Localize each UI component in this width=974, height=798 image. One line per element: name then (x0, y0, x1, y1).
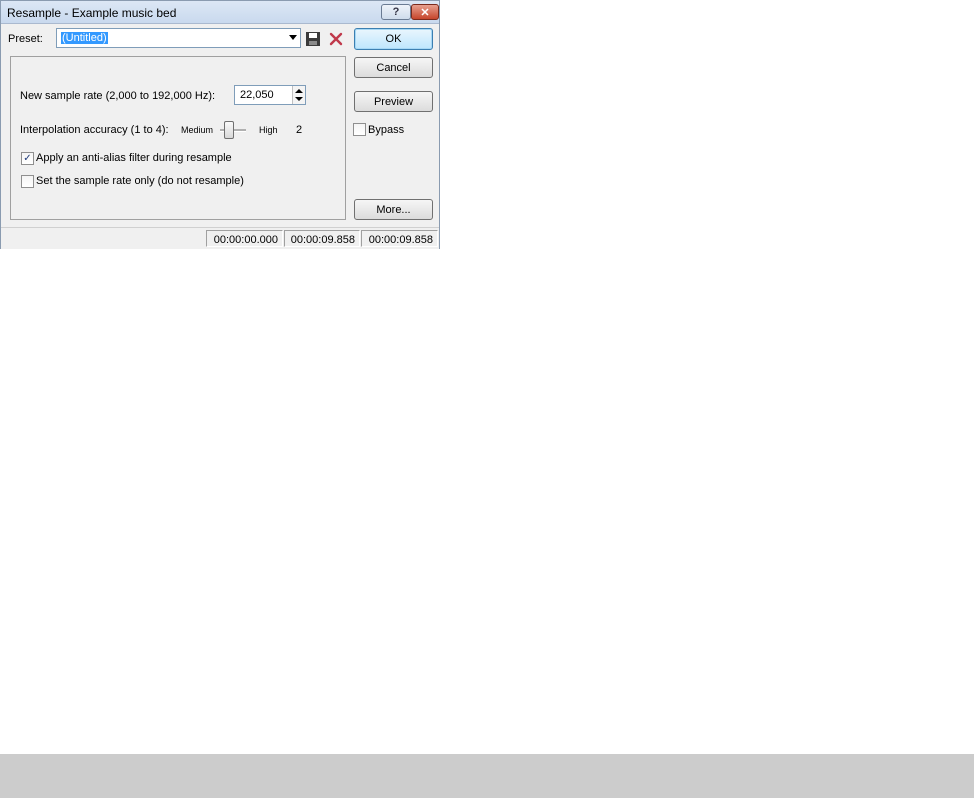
title-bar[interactable]: Resample - Example music bed ? ✕ (1, 1, 439, 24)
settings-panel (10, 56, 346, 220)
spin-up-icon[interactable] (295, 89, 303, 93)
interpolation-slider-thumb[interactable] (224, 121, 234, 139)
anti-alias-checkbox[interactable]: ✓ (21, 152, 34, 165)
rate-only-label: Set the sample rate only (do not resampl… (36, 175, 244, 187)
resample-dialog: Resample - Example music bed ? ✕ Preset:… (0, 0, 440, 249)
interpolation-max-label: High (259, 125, 278, 135)
checkmark-icon: ✓ (23, 152, 32, 164)
preset-dropdown[interactable]: (Untitled) (56, 28, 301, 48)
delete-icon[interactable] (328, 31, 344, 47)
more-button[interactable]: More... (354, 199, 433, 220)
status-end-time: 00:00:09.858 (284, 230, 360, 247)
interpolation-label: Interpolation accuracy (1 to 4): (20, 124, 169, 136)
status-start-time: 00:00:00.000 (206, 230, 283, 247)
window-title: Resample - Example music bed (7, 6, 177, 20)
chevron-down-icon[interactable] (289, 35, 297, 40)
preset-label: Preset: (8, 33, 43, 45)
cancel-button[interactable]: Cancel (354, 57, 433, 78)
sample-rate-label: New sample rate (2,000 to 192,000 Hz): (20, 90, 216, 102)
interpolation-min-label: Medium (181, 125, 214, 135)
bypass-checkbox[interactable] (353, 123, 366, 136)
save-icon[interactable] (305, 31, 321, 47)
help-button[interactable]: ? (381, 4, 411, 20)
sample-rate-spinner[interactable] (292, 86, 305, 104)
interpolation-value: 2 (296, 124, 303, 136)
sample-rate-input[interactable]: 22,050 (234, 85, 306, 105)
status-length: 00:00:09.858 (361, 230, 438, 247)
bottom-strip (0, 754, 974, 798)
close-button[interactable]: ✕ (411, 4, 439, 20)
rate-only-checkbox[interactable] (21, 175, 34, 188)
bypass-label: Bypass (368, 124, 405, 136)
sample-rate-value: 22,050 (240, 89, 274, 101)
spin-down-icon[interactable] (295, 97, 303, 101)
anti-alias-label: Apply an anti-alias filter during resamp… (36, 152, 232, 164)
preview-button[interactable]: Preview (354, 91, 433, 112)
preset-value: (Untitled) (61, 32, 108, 44)
ok-button[interactable]: OK (354, 28, 433, 50)
status-bar: 00:00:00.000 00:00:09.858 00:00:09.858 (1, 227, 439, 249)
